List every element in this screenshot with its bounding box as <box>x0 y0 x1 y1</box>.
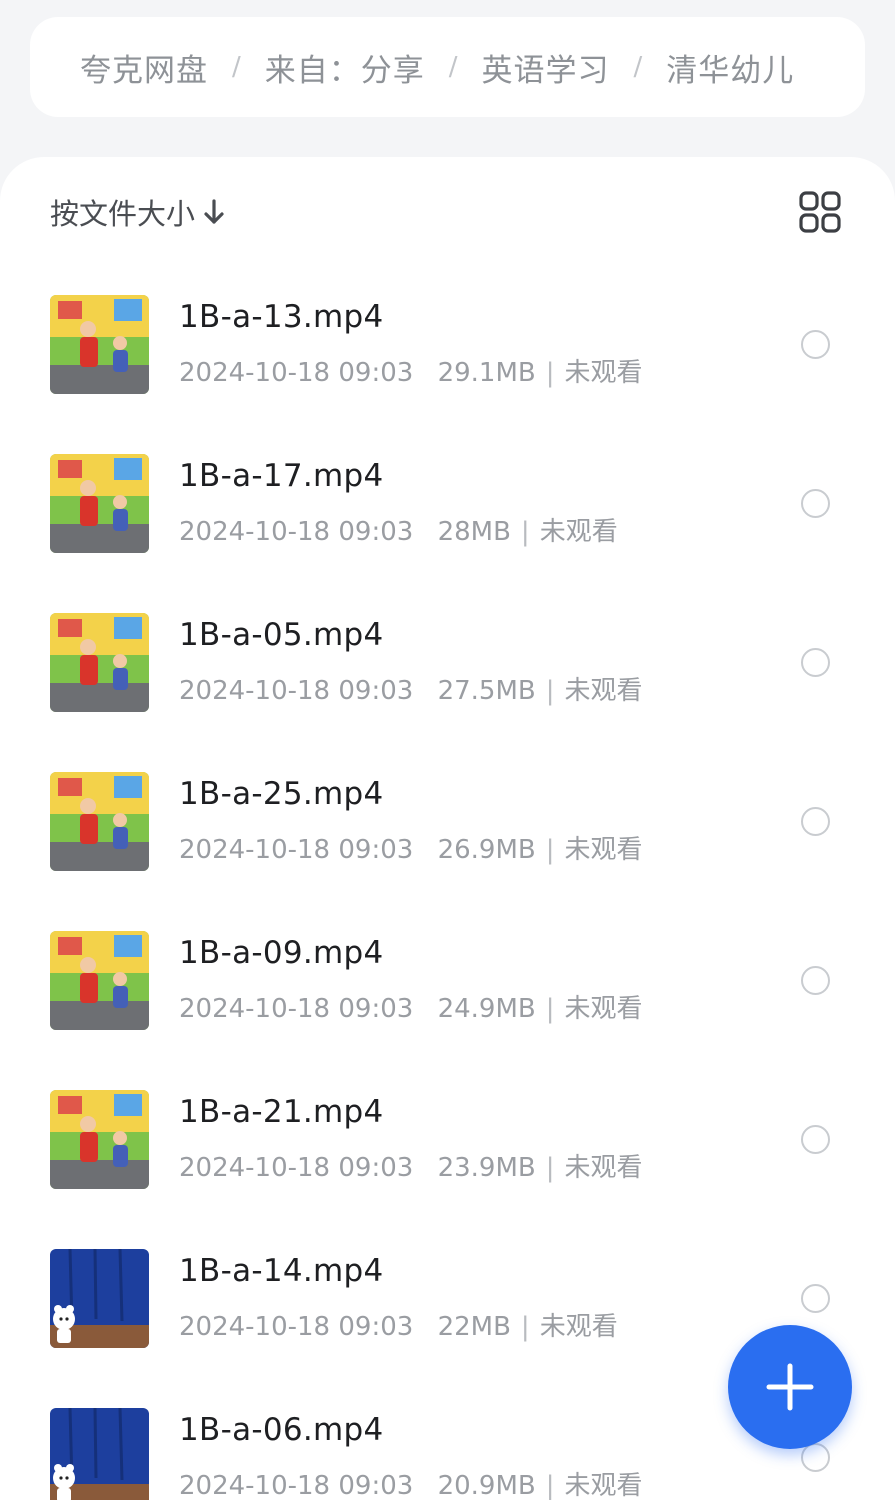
video-thumbnail <box>50 1408 149 1500</box>
watch-status: 未观看 <box>564 358 643 388</box>
breadcrumb: 夸克网盘 / 来自：分享 / 英语学习 / 清华幼儿 <box>30 17 865 117</box>
breadcrumb-item-current[interactable]: 清华幼儿 <box>666 45 794 90</box>
file-size: 27.5MB <box>437 676 536 706</box>
grid-view-icon[interactable] <box>799 191 841 233</box>
video-thumbnail <box>50 454 149 553</box>
arrow-down-icon <box>203 198 225 226</box>
file-size: 29.1MB <box>437 358 536 388</box>
file-meta: 2024-10-18 09:03 28MB | 未观看 <box>179 511 618 548</box>
watch-status: 未观看 <box>564 676 643 706</box>
plus-icon <box>766 1363 814 1411</box>
file-name: 1B-a-21.mp4 <box>179 1094 384 1130</box>
watch-status: 未观看 <box>539 1312 618 1342</box>
watch-status: 未观看 <box>564 1153 643 1183</box>
file-row-5[interactable]: 1B-a-09.mp4 2024-10-18 09:03 24.9MB | 未观看 <box>0 931 895 1090</box>
video-thumbnail <box>50 295 149 394</box>
meta-divider: | <box>545 1153 555 1183</box>
file-size: 23.9MB <box>437 1153 536 1183</box>
select-radio[interactable] <box>801 807 830 836</box>
file-row-4[interactable]: 1B-a-25.mp4 2024-10-18 09:03 26.9MB | 未观看 <box>0 772 895 931</box>
select-radio[interactable] <box>801 1284 830 1313</box>
file-meta: 2024-10-18 09:03 20.9MB | 未观看 <box>179 1465 643 1500</box>
file-meta: 2024-10-18 09:03 27.5MB | 未观看 <box>179 670 643 707</box>
meta-divider: | <box>545 994 555 1024</box>
file-name: 1B-a-14.mp4 <box>179 1253 384 1289</box>
video-thumbnail <box>50 772 149 871</box>
file-size: 24.9MB <box>437 994 536 1024</box>
select-radio[interactable] <box>801 330 830 359</box>
file-size: 22MB <box>437 1312 511 1342</box>
file-date: 2024-10-18 09:03 <box>179 994 414 1024</box>
file-meta: 2024-10-18 09:03 23.9MB | 未观看 <box>179 1147 643 1184</box>
file-name: 1B-a-17.mp4 <box>179 458 384 494</box>
file-date: 2024-10-18 09:03 <box>179 676 414 706</box>
file-list: 1B-a-13.mp4 2024-10-18 09:03 29.1MB | 未观看 … <box>0 295 895 1500</box>
file-name: 1B-a-06.mp4 <box>179 1412 384 1448</box>
video-thumbnail <box>50 1090 149 1189</box>
file-size: 20.9MB <box>437 1471 536 1500</box>
file-row-1[interactable]: 1B-a-13.mp4 2024-10-18 09:03 29.1MB | 未观看 <box>0 295 895 454</box>
file-name: 1B-a-13.mp4 <box>179 299 384 335</box>
file-meta: 2024-10-18 09:03 26.9MB | 未观看 <box>179 829 643 866</box>
breadcrumb-separator: / <box>232 52 241 82</box>
file-date: 2024-10-18 09:03 <box>179 517 414 547</box>
select-radio[interactable] <box>801 1443 830 1472</box>
file-size: 28MB <box>437 517 511 547</box>
breadcrumb-separator: / <box>448 52 458 82</box>
breadcrumb-item-shared[interactable]: 来自：分享 <box>265 45 425 90</box>
file-date: 2024-10-18 09:03 <box>179 358 414 388</box>
file-date: 2024-10-18 09:03 <box>179 1471 414 1500</box>
file-date: 2024-10-18 09:03 <box>179 835 414 865</box>
watch-status: 未观看 <box>564 835 643 865</box>
file-name: 1B-a-25.mp4 <box>179 776 384 812</box>
file-name: 1B-a-05.mp4 <box>179 617 384 653</box>
meta-divider: | <box>545 676 555 706</box>
file-row-2[interactable]: 1B-a-17.mp4 2024-10-18 09:03 28MB | 未观看 <box>0 454 895 613</box>
video-thumbnail <box>50 931 149 1030</box>
file-row-3[interactable]: 1B-a-05.mp4 2024-10-18 09:03 27.5MB | 未观看 <box>0 613 895 772</box>
select-radio[interactable] <box>801 489 830 518</box>
watch-status: 未观看 <box>564 994 643 1024</box>
file-meta: 2024-10-18 09:03 29.1MB | 未观看 <box>179 352 643 389</box>
video-thumbnail <box>50 613 149 712</box>
file-name: 1B-a-09.mp4 <box>179 935 384 971</box>
sort-button[interactable]: 按文件大小 <box>50 189 225 235</box>
file-date: 2024-10-18 09:03 <box>179 1153 414 1183</box>
select-radio[interactable] <box>801 648 830 677</box>
meta-divider: | <box>545 1471 555 1500</box>
file-meta: 2024-10-18 09:03 24.9MB | 未观看 <box>179 988 643 1025</box>
watch-status: 未观看 <box>539 517 618 547</box>
watch-status: 未观看 <box>564 1471 643 1500</box>
meta-divider: | <box>520 517 530 547</box>
select-radio[interactable] <box>801 966 830 995</box>
file-meta: 2024-10-18 09:03 22MB | 未观看 <box>179 1306 618 1343</box>
meta-divider: | <box>545 358 555 388</box>
breadcrumb-separator: / <box>633 52 643 82</box>
video-thumbnail <box>50 1249 149 1348</box>
meta-divider: | <box>520 1312 530 1342</box>
file-row-6[interactable]: 1B-a-21.mp4 2024-10-18 09:03 23.9MB | 未观看 <box>0 1090 895 1249</box>
meta-divider: | <box>545 835 555 865</box>
file-size: 26.9MB <box>437 835 536 865</box>
sort-label: 按文件大小 <box>50 197 196 231</box>
breadcrumb-item-root[interactable]: 夸克网盘 <box>80 45 208 90</box>
file-date: 2024-10-18 09:03 <box>179 1312 414 1342</box>
file-panel: 按文件大小 1B-a-13.mp4 2024-10-18 09:03 29.1M… <box>0 157 895 1500</box>
select-radio[interactable] <box>801 1125 830 1154</box>
add-button[interactable] <box>728 1325 852 1449</box>
breadcrumb-item-english[interactable]: 英语学习 <box>482 45 610 90</box>
